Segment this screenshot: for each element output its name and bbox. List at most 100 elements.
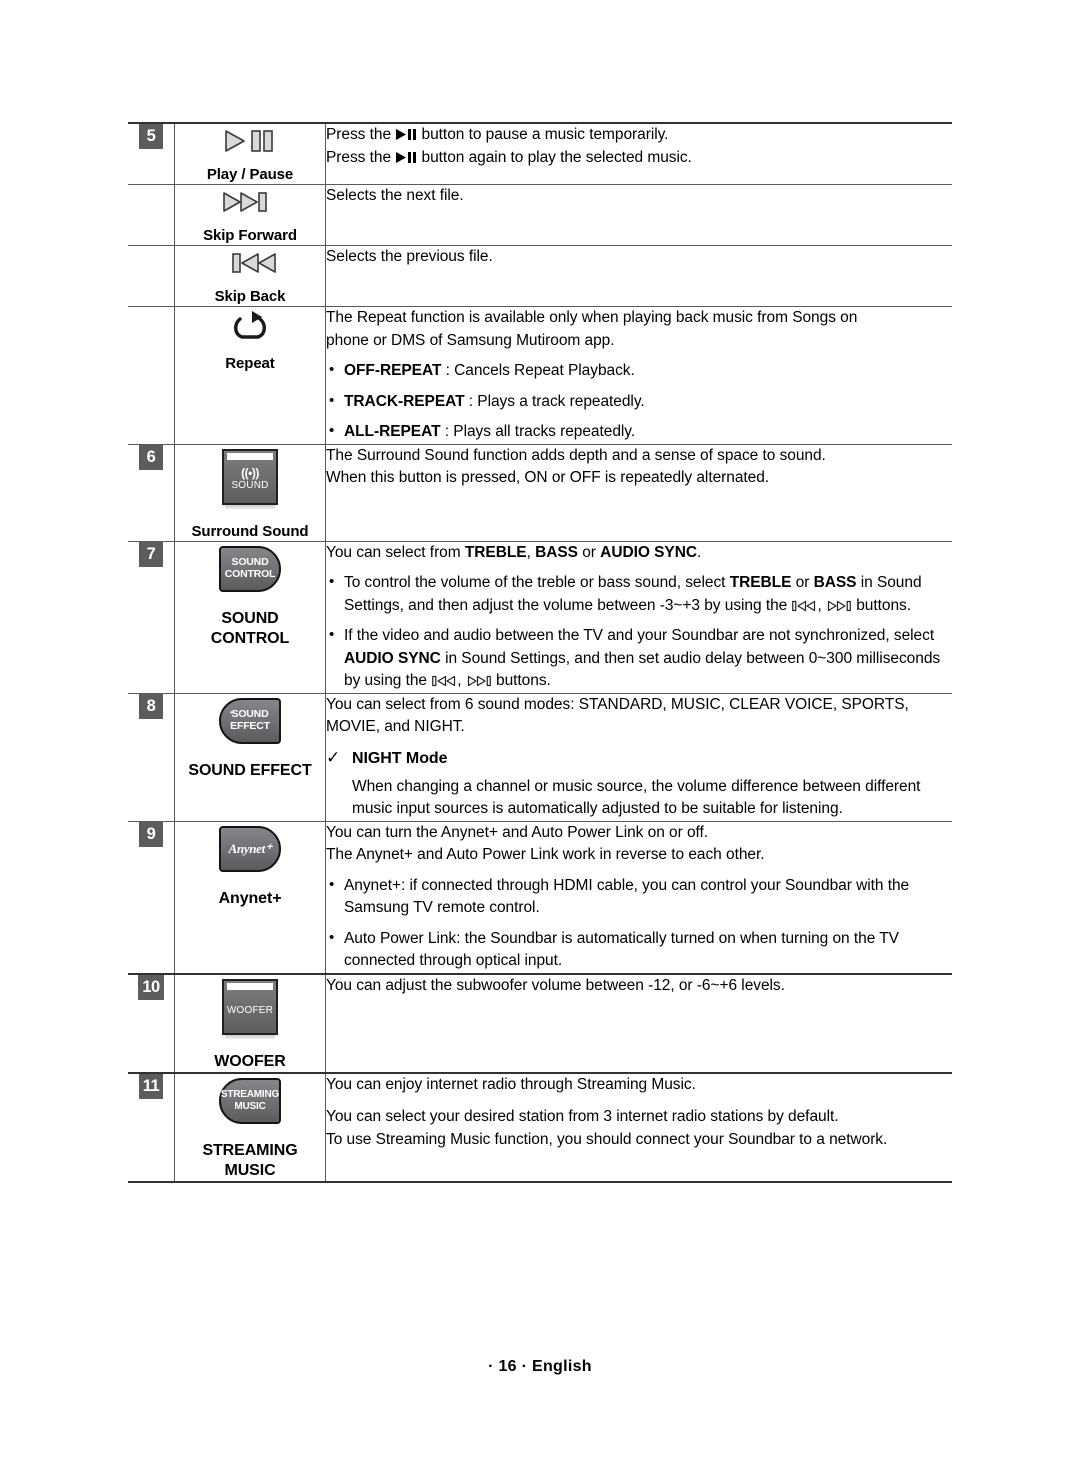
desc-line: You can enjoy internet radio through Str… [326, 1075, 696, 1093]
desc-line: Press the button to pause a music tempor… [326, 126, 669, 143]
button-label-line1: ((•)) [241, 465, 259, 480]
skip-forward-inline-icon [467, 675, 491, 687]
button-shadow [225, 1034, 275, 1039]
table-row: Repeat The Repeat function is available … [128, 306, 952, 445]
row-number-cell [128, 306, 175, 445]
button-face: SOUND CONTROL [216, 542, 284, 597]
option-desc: : Plays a track repeatedly. [464, 392, 645, 410]
row-icon-cell: • SOUND EFFECT SOUND EFFECT [174, 693, 326, 822]
desc-line: You can adjust the subwoofer volume betw… [326, 976, 785, 994]
row-desc-cell: Press the button to pause a music tempor… [325, 122, 952, 185]
description: Press the button to pause a music tempor… [326, 124, 952, 169]
button-face: ((•)) SOUND [222, 448, 278, 509]
option-desc: : Cancels Repeat Playback. [441, 362, 635, 379]
anynet-button: Anynet⁺ [213, 822, 287, 882]
sound-control-button: SOUND CONTROL [213, 542, 287, 602]
play-pause-icon [175, 124, 325, 158]
button-indicator-dot: • [230, 707, 233, 717]
button-face: • SOUND EFFECT [216, 694, 284, 749]
description: You can enjoy internet radio through Str… [326, 1074, 952, 1152]
sound-effect-button: • SOUND EFFECT [213, 694, 287, 754]
row-number-cell [128, 245, 175, 307]
skip-back-inline-icon [432, 675, 456, 687]
repeat-options-list: OFF-REPEAT : Cancels Repeat Playback. TR… [326, 359, 952, 444]
page-footer: · 16 · English [488, 1358, 592, 1375]
controls-table: 5 Play / Pause Press the button to pause… [128, 122, 952, 1183]
button-face: STREAMING MUSIC [216, 1074, 284, 1129]
row-desc-cell: The Repeat function is available only wh… [325, 306, 952, 445]
table-row: 9 Anynet⁺ Anynet+ You can turn the Anyne… [128, 821, 952, 974]
desc-intro: You can select from TREBLE, BASS or AUDI… [326, 543, 702, 561]
number-badge: 6 [139, 444, 163, 470]
icon-label: Play / Pause [206, 166, 294, 183]
button-label: Anynet⁺ [228, 840, 272, 856]
table-row: 11 STREAMING MUSIC STREAMING MUSIC You c… [128, 1071, 952, 1183]
icon-label-line2: MUSIC [224, 1161, 276, 1179]
desc-line: Press the button again to play the selec… [326, 148, 692, 166]
woofer-button: WOOFER [216, 975, 284, 1045]
icon-label: Skip Back [214, 288, 286, 305]
table-row: Skip Back Selects the previous file. [128, 245, 952, 307]
desc-line: To use Streaming Music function, you sho… [326, 1130, 888, 1148]
row-desc-cell: The Surround Sound function adds depth a… [325, 444, 952, 542]
row-number-cell: 5 [128, 122, 175, 185]
option-name: ALL-REPEAT [344, 423, 441, 440]
button-top-stripe [227, 452, 273, 460]
button-face: Anynet⁺ [216, 822, 284, 877]
controls-table-wrapper: 5 Play / Pause Press the button to pause… [128, 122, 952, 1183]
option-name: OFF-REPEAT [344, 362, 442, 379]
table-row: 7 SOUND CONTROL SOUND CONTROL You can se… [128, 541, 952, 694]
night-mode-block: ✓ NIGHT Mode When changing a channel or … [326, 748, 952, 821]
skip-forward-inline-icon [827, 600, 851, 611]
table-row: 10 WOOFER WOOFER You can adjust the subw… [128, 972, 952, 1073]
desc-line: MOVIE, and NIGHT. [326, 718, 465, 735]
row-desc-cell: You can enjoy internet radio through Str… [325, 1071, 952, 1183]
list-item: TRACK-REPEAT : Plays a track repeatedly. [326, 390, 952, 414]
icon-label: WOOFER [214, 1052, 286, 1070]
number-badge: 8 [139, 693, 163, 719]
row-desc-cell: Selects the previous file. [325, 245, 952, 307]
desc-line: phone or DMS of Samsung Mutiroom app. [326, 331, 615, 349]
table-row: 8 • SOUND EFFECT SOUND EFFECT You can se… [128, 693, 952, 822]
description: Selects the next file. [326, 185, 952, 208]
skip-back-icon [175, 246, 325, 280]
row-number-cell: 6 [128, 444, 175, 542]
desc-line: You can select from 6 sound modes: STAND… [326, 695, 909, 713]
number-badge: 5 [139, 124, 163, 149]
desc-line: Selects the next file. [326, 187, 464, 204]
row-icon-cell: ((•)) SOUND Surround Sound [174, 444, 326, 542]
table-row: 6 ((•)) SOUND Surround Sound The Surroun… [128, 444, 952, 542]
icon-label: Skip Forward [203, 227, 297, 244]
row-icon-cell: Repeat [174, 306, 326, 445]
button-shadow [225, 504, 275, 509]
night-mode-body: When changing a channel or music source,… [352, 777, 921, 818]
icon-label: Repeat [225, 355, 275, 372]
row-icon-cell: Play / Pause [174, 122, 326, 185]
icon-label-line1: STREAMING [202, 1141, 298, 1159]
play-pause-inline-icon [396, 129, 417, 140]
night-mode-heading: ✓ NIGHT Mode [326, 748, 952, 770]
button-label-line1: WOOFER [226, 1004, 274, 1016]
number-badge: 7 [139, 541, 163, 567]
row-number-cell [128, 184, 175, 246]
list-item: ALL-REPEAT : Plays all tracks repeatedly… [326, 420, 952, 444]
row-icon-cell: Anynet⁺ Anynet+ [174, 821, 326, 974]
number-badge: 10 [138, 974, 164, 1000]
row-number-cell: 10 [128, 972, 175, 1073]
description: You can select from 6 sound modes: STAND… [326, 694, 952, 821]
table-row: Skip Forward Selects the next file. [128, 184, 952, 246]
desc-line: When this button is pressed, ON or OFF i… [326, 469, 770, 486]
row-desc-cell: Selects the next file. [325, 184, 952, 246]
button-label-line2: CONTROL [224, 567, 276, 580]
option-name: TRACK-REPEAT [344, 392, 465, 410]
list-item: Anynet+: if connected through HDMI cable… [326, 874, 952, 920]
sound-control-list: To control the volume of the treble or b… [326, 571, 952, 693]
table-row: 5 Play / Pause Press the button to pause… [128, 122, 952, 185]
row-icon-cell: STREAMING MUSIC STREAMING MUSIC [174, 1071, 326, 1183]
button-label-line2: MUSIC [234, 1100, 266, 1112]
button-label-line2: EFFECT [230, 719, 270, 732]
icon-label-line1: SOUND [221, 609, 279, 627]
skip-back-inline-icon [792, 600, 816, 611]
row-desc-cell: You can turn the Anynet+ and Auto Power … [325, 821, 952, 974]
check-icon: ✓ [326, 747, 341, 767]
